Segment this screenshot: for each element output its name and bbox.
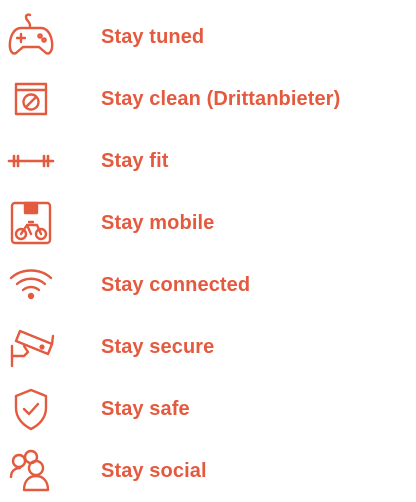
feature-label: Stay clean (Drittanbieter): [101, 87, 341, 110]
feature-item-stay-secure: Stay secure: [0, 316, 416, 378]
gamepad-icon: [6, 12, 56, 62]
feature-label: Stay social: [101, 459, 207, 482]
feature-label: Stay safe: [101, 397, 190, 420]
dumbbell-icon: [6, 136, 56, 186]
feature-item-stay-clean: Stay clean (Drittanbieter): [0, 68, 416, 130]
feature-item-stay-tuned: Stay tuned: [0, 6, 416, 68]
feature-item-stay-connected: Stay connected: [0, 254, 416, 316]
feature-label: Stay mobile: [101, 211, 215, 234]
feature-item-stay-social: Stay social: [0, 440, 416, 502]
feature-item-stay-fit: Stay fit: [0, 130, 416, 192]
feature-item-stay-mobile: Stay mobile: [0, 192, 416, 254]
feature-label: Stay tuned: [101, 25, 205, 48]
feature-label: Stay fit: [101, 149, 169, 172]
bike-storage-icon: [6, 198, 56, 248]
feature-list: Stay tuned Stay clean (Drittanbieter) St…: [0, 6, 416, 502]
shield-check-icon: [6, 384, 56, 434]
wifi-icon: [6, 260, 56, 310]
people-group-icon: [6, 446, 56, 496]
feature-label: Stay secure: [101, 335, 215, 358]
washing-machine-icon: [6, 74, 56, 124]
security-camera-icon: [6, 322, 56, 372]
feature-item-stay-safe: Stay safe: [0, 378, 416, 440]
feature-label: Stay connected: [101, 273, 251, 296]
